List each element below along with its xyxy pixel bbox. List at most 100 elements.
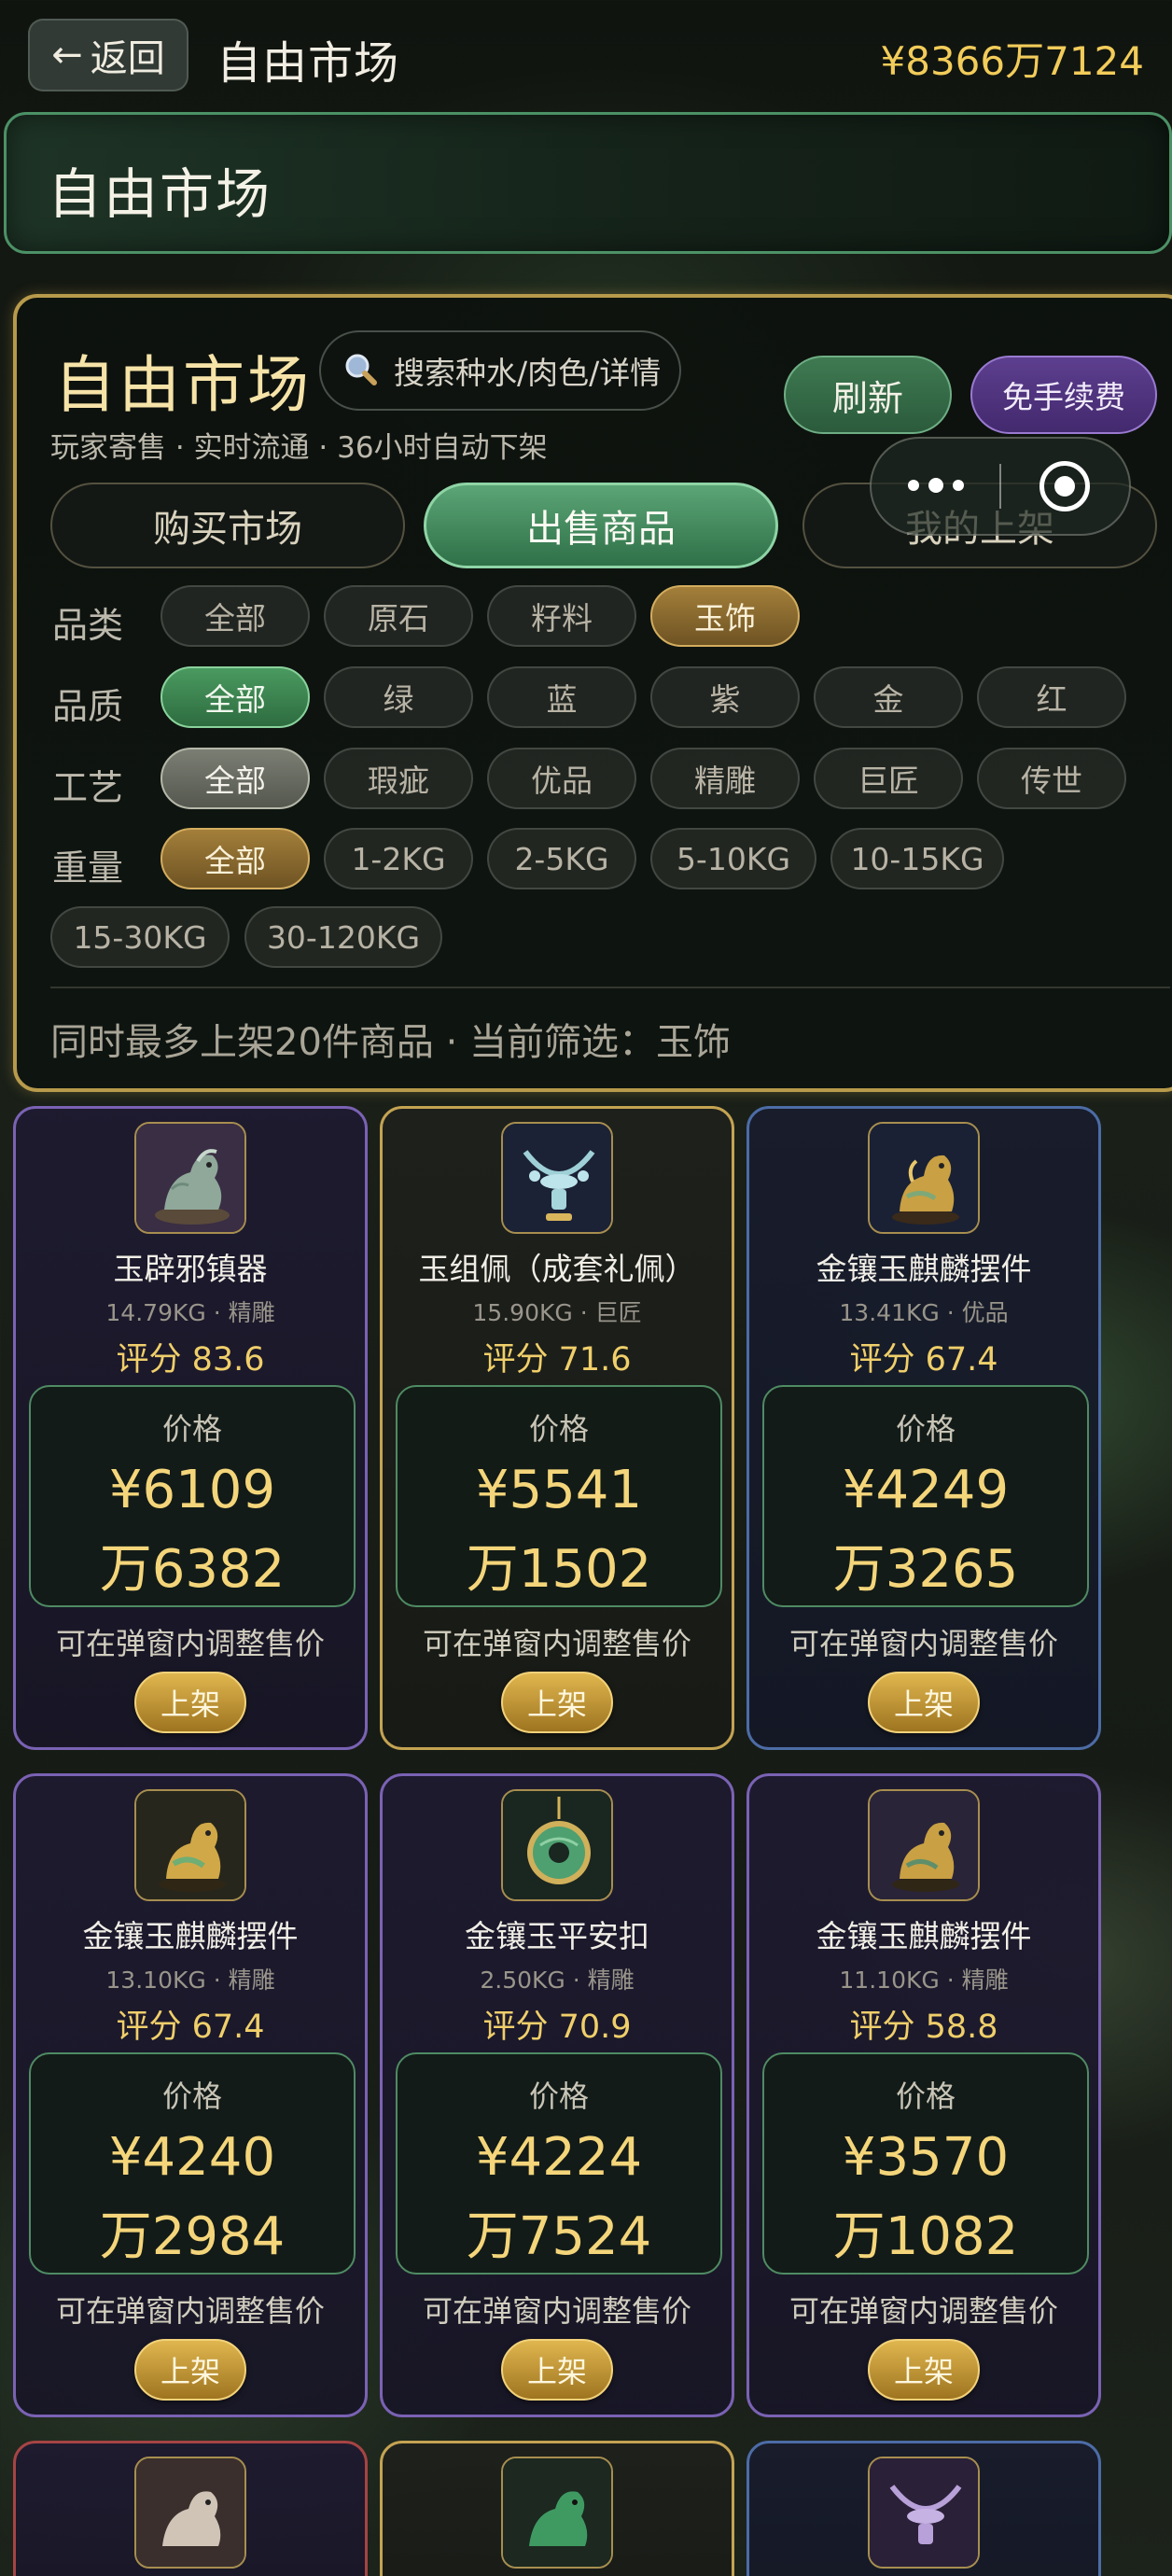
chip-craft-fine[interactable]: 优品 (487, 748, 636, 809)
chip-weight-2-5kg[interactable]: 2-5KG (487, 828, 636, 889)
list-item-button[interactable]: 上架 (868, 2339, 980, 2401)
price-line-2: 万1502 (466, 1539, 652, 1600)
chip-quality-red[interactable]: 红 (977, 666, 1126, 728)
golden-qilin-icon (868, 1122, 980, 1234)
price-box: 价格 ¥5541 万1502 (396, 1385, 722, 1607)
product-name: 金镶玉麒麟摆件 (82, 1918, 299, 1954)
chip-weight-5-10kg[interactable]: 5-10KG (650, 828, 816, 889)
price-label: 价格 (161, 2079, 222, 2114)
price-line-1: ¥4240 (108, 2127, 276, 2188)
product-score: 评分 67.4 (116, 2009, 265, 2046)
product-card[interactable]: 金镶玉麒麟摆件 13.41KG · 优品 评分 67.4 价格 ¥4249 万3… (746, 1106, 1101, 1750)
search-placeholder: 搜索种水/肉色/详情 (394, 355, 662, 391)
panel-note: 同时最多上架20件商品 · 当前筛选：玉饰 (50, 1021, 732, 1064)
filter-label-category: 品类 (52, 605, 124, 646)
list-item-button[interactable]: 上架 (501, 1672, 613, 1733)
price-line-1: ¥5541 (475, 1460, 643, 1520)
product-meta: 15.90KG · 巨匠 (472, 1299, 642, 1326)
tab-sell-items[interactable]: 出售商品 (424, 483, 778, 568)
price-hint: 可在弹窗内调整售价 (55, 2293, 325, 2329)
chip-category-raw[interactable]: 原石 (324, 585, 473, 647)
price-line-2: 万1082 (832, 2206, 1019, 2267)
product-card[interactable]: 玉辟邪镇器 14.79KG · 精雕 评分 83.6 价格 ¥6109 万638… (13, 1106, 368, 1750)
jade-pendant-set-icon (501, 1122, 613, 1234)
price-box: 价格 ¥4240 万2984 (29, 2052, 356, 2275)
price-label: 价格 (528, 2079, 589, 2114)
product-name: 玉组佩（成套礼佩） (418, 1251, 696, 1287)
price-box: 价格 ¥4249 万3265 (762, 1385, 1089, 1607)
back-button[interactable]: ← 返回 (28, 19, 188, 91)
refresh-button[interactable]: 刷新 (784, 356, 952, 434)
chip-quality-all[interactable]: 全部 (160, 666, 310, 728)
filter-label-weight: 重量 (52, 847, 124, 889)
chip-quality-green[interactable]: 绿 (324, 666, 473, 728)
chip-weight-10-15kg[interactable]: 10-15KG (830, 828, 1004, 889)
chip-quality-gold[interactable]: 金 (814, 666, 963, 728)
price-line-2: 万2984 (99, 2206, 286, 2267)
list-item-button[interactable]: 上架 (501, 2339, 613, 2401)
chip-category-jade[interactable]: 玉饰 (650, 585, 800, 647)
product-card-partial[interactable] (380, 2441, 734, 2576)
chip-craft-carved[interactable]: 精雕 (650, 748, 800, 809)
price-line-1: ¥3570 (842, 2127, 1010, 2188)
price-hint: 可在弹窗内调整售价 (422, 1626, 691, 1661)
price-line-1: ¥6109 (108, 1460, 276, 1520)
price-line-1: ¥4249 (842, 1460, 1010, 1520)
chip-category-all[interactable]: 全部 (160, 585, 310, 647)
product-meta: 13.41KG · 优品 (839, 1299, 1009, 1326)
product-card[interactable]: 金镶玉麒麟摆件 11.10KG · 精雕 评分 58.8 价格 ¥3570 万1… (746, 1773, 1101, 2417)
chip-quality-purple[interactable]: 紫 (650, 666, 800, 728)
list-item-button[interactable]: 上架 (134, 2339, 246, 2401)
price-line-2: 万3265 (832, 1539, 1019, 1600)
chip-weight-1-2kg[interactable]: 1-2KG (324, 828, 473, 889)
price-line-2: 万6382 (99, 1539, 286, 1600)
chip-weight-30-120kg[interactable]: 30-120KG (244, 906, 442, 968)
chip-weight-15-30kg[interactable]: 15-30KG (50, 906, 230, 968)
balance-display: ¥8366万7124 (880, 38, 1145, 84)
chip-craft-heirloom[interactable]: 传世 (977, 748, 1126, 809)
banner-title: 自由市场 (48, 162, 272, 226)
product-meta: 2.50KG · 精雕 (480, 1967, 635, 1994)
panel-divider (50, 987, 1170, 988)
product-score: 评分 83.6 (116, 1341, 265, 1379)
price-hint: 可在弹窗内调整售价 (422, 2293, 691, 2329)
product-card-partial[interactable] (746, 2441, 1101, 2576)
top-bar: ← 返回 自由市场 ¥8366万7124 (0, 0, 1172, 107)
no-fee-button[interactable]: 免手续费 (970, 356, 1157, 434)
search-input[interactable]: 搜索种水/肉色/详情 (319, 330, 681, 411)
list-item-button[interactable]: 上架 (868, 1672, 980, 1733)
miniprogram-capsule[interactable] (870, 437, 1131, 536)
chip-category-seed[interactable]: 籽料 (487, 585, 636, 647)
filter-label-craft: 工艺 (52, 767, 124, 808)
product-card[interactable]: 金镶玉平安扣 2.50KG · 精雕 评分 70.9 价格 ¥4224 万752… (380, 1773, 734, 2417)
jade-disc-pendant-icon (501, 1789, 613, 1901)
price-label: 价格 (895, 2079, 956, 2114)
product-meta: 11.10KG · 精雕 (839, 1967, 1009, 1994)
golden-qilin-icon (134, 1789, 246, 1901)
product-card[interactable]: 金镶玉麒麟摆件 13.10KG · 精雕 评分 67.4 价格 ¥4240 万2… (13, 1773, 368, 2417)
chip-craft-flawed[interactable]: 瑕疵 (324, 748, 473, 809)
chip-quality-blue[interactable]: 蓝 (487, 666, 636, 728)
product-score: 评分 67.4 (849, 1341, 998, 1379)
close-target-icon[interactable] (1001, 461, 1129, 511)
product-card[interactable]: 玉组佩（成套礼佩） 15.90KG · 巨匠 评分 71.6 价格 ¥5541 … (380, 1106, 734, 1750)
product-score: 评分 70.9 (482, 2009, 632, 2046)
list-item-button[interactable]: 上架 (134, 1672, 246, 1733)
purple-jade-pendant-icon (868, 2457, 980, 2569)
white-jade-beast-icon (134, 2457, 246, 2569)
product-score: 评分 58.8 (849, 2009, 998, 2046)
qilin-statue-icon (134, 1122, 246, 1234)
market-panel: 自由市场 搜索种水/肉色/详情 刷新 免手续费 玩家寄售 · 实时流通 · 36… (13, 294, 1172, 1092)
price-box: 价格 ¥3570 万1082 (762, 2052, 1089, 2275)
product-card-partial[interactable] (13, 2441, 368, 2576)
price-box: 价格 ¥4224 万7524 (396, 2052, 722, 2275)
chip-craft-all[interactable]: 全部 (160, 748, 310, 809)
chip-craft-master[interactable]: 巨匠 (814, 748, 963, 809)
price-line-2: 万7524 (466, 2206, 652, 2267)
tab-buy-market[interactable]: 购买市场 (50, 483, 405, 568)
back-label: 返回 (90, 37, 165, 80)
more-icon[interactable] (872, 478, 999, 493)
chip-weight-all[interactable]: 全部 (160, 828, 310, 889)
product-meta: 14.79KG · 精雕 (105, 1299, 275, 1326)
page-title: 自由市场 (216, 37, 400, 90)
